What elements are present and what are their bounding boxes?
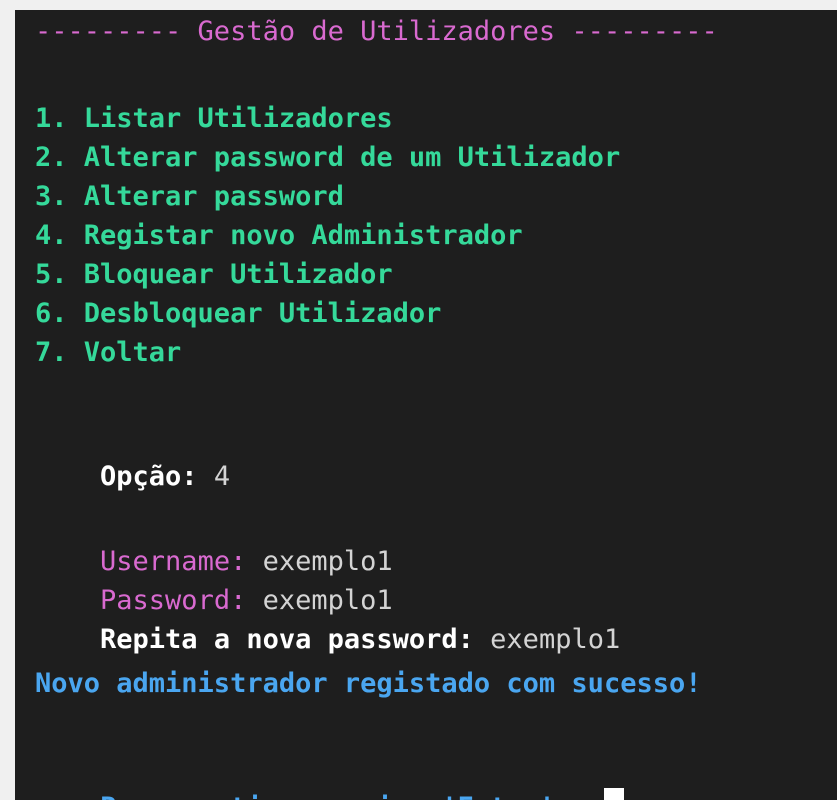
menu-item-alterar-password: 3. Alterar password: [35, 181, 344, 212]
menu-item-bloquear-utilizador: 5. Bloquear Utilizador: [35, 259, 393, 290]
menu-item-desbloquear-utilizador: 6. Desbloquear Utilizador: [35, 298, 442, 329]
menu-item-listar-utilizadores: 1. Listar Utilizadores: [35, 103, 393, 134]
repeat-password-value: exemplo1: [490, 624, 621, 655]
menu-item-alterar-password-utilizador: 2. Alterar password de um Utilizador: [35, 142, 621, 173]
menu-title: --------- Gestão de Utilizadores -------…: [35, 16, 718, 47]
username-line: Username: exemplo1: [35, 502, 393, 577]
continue-prompt-line: Para continuar prima 'Enter'...: [35, 748, 624, 800]
password-line: Password: exemplo1: [35, 541, 393, 616]
menu-item-registar-administrador: 4. Registar novo Administrador: [35, 220, 523, 251]
option-value: 4: [213, 461, 231, 492]
repeat-password-line: Repita a nova password: exemplo1: [35, 580, 620, 655]
repeat-password-label: Repita a nova password:: [100, 624, 474, 655]
option-label: Opção:: [100, 461, 198, 492]
success-message: Novo administrador registado com sucesso…: [35, 668, 702, 699]
option-prompt-line: Opção: 4: [35, 417, 230, 492]
terminal-window: --------- Gestão de Utilizadores -------…: [15, 10, 837, 800]
text-cursor[interactable]: [603, 788, 624, 800]
continue-message: Para continuar prima 'Enter'...: [100, 792, 604, 800]
menu-item-voltar: 7. Voltar: [35, 337, 182, 368]
